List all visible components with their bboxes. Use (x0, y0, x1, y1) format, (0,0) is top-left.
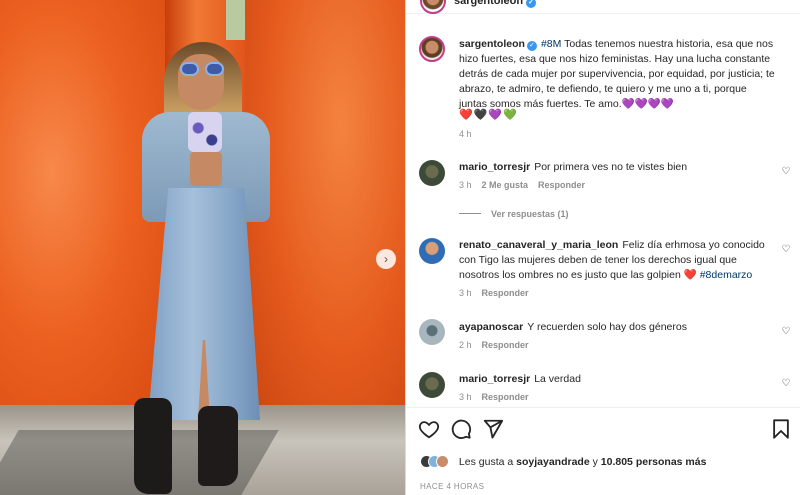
likes-text: Les gusta a soyjayandrade y 10.805 perso… (459, 456, 707, 468)
post-header: sargentoleon ✓ (406, 0, 800, 14)
caption-hashtag[interactable]: #8M (541, 38, 561, 50)
boot-right (198, 406, 238, 486)
comment-body: Y recuerden solo hay dos géneros (527, 321, 687, 333)
post-photo: › (0, 0, 405, 495)
comment-meta: 3 h Responder (459, 392, 529, 402)
author-avatar[interactable] (420, 0, 446, 14)
heart-icon[interactable] (418, 418, 440, 440)
comment-hashtag[interactable]: #8demarzo (700, 269, 753, 281)
comment-username[interactable]: ayapanoscar (459, 321, 523, 333)
caption-username[interactable]: sargentoleon (459, 38, 525, 50)
comment-body: Por primera ves no te vistes bien (534, 161, 688, 173)
comment-likes[interactable]: 2 Me gusta (482, 180, 529, 190)
post-timestamp: Hace 4 horas (420, 482, 485, 491)
heart-icon[interactable]: ♡ (781, 167, 791, 177)
heart-icon[interactable]: ♡ (781, 245, 791, 255)
comment-age: 3 h (459, 180, 472, 190)
comment-text: mario_torresjr Por primera ves no te vist… (459, 160, 777, 175)
boot-left (134, 398, 172, 494)
likes-summary: Les gusta a soyjayandrade y 10.805 perso… (420, 455, 706, 471)
comment-username[interactable]: mario_torresjr (459, 373, 530, 385)
comment-username[interactable]: renato_canaveral_y_maria_leon (459, 239, 618, 251)
caption-avatar[interactable] (419, 36, 445, 62)
comment-avatar[interactable] (419, 372, 445, 398)
caption: sargentoleon ✓ #8M Todas tenemos nuestra h… (459, 37, 777, 112)
comment-age: 2 h (459, 340, 472, 350)
comment-meta: 3 h 2 Me gusta Responder (459, 180, 585, 190)
likes-prefix: Les gusta a (458, 455, 514, 468)
bookmark-icon[interactable] (770, 418, 792, 440)
comment-body: La verdad (534, 373, 581, 385)
scarf (188, 112, 222, 152)
comment-meta: 2 h Responder (459, 340, 529, 350)
heart-icon[interactable]: ♡ (781, 327, 791, 337)
reply-button[interactable]: Responder (482, 288, 529, 298)
comment-text: ayapanoscar Y recuerden solo hay dos géne… (459, 320, 777, 335)
heart-icon[interactable]: ♡ (781, 379, 791, 389)
sunglasses (180, 62, 224, 76)
reply-button[interactable]: Responder (482, 392, 529, 402)
likes-user[interactable]: soyjayandrade (516, 456, 590, 468)
comment-avatar[interactable] (419, 319, 445, 345)
comment-avatar[interactable] (419, 238, 445, 264)
comment-icon[interactable] (450, 418, 472, 440)
author-username[interactable]: sargentoleon ✓ (454, 0, 537, 8)
reply-button[interactable]: Responder (482, 340, 529, 350)
verified-icon: ✓ (526, 0, 537, 8)
share-icon[interactable] (482, 418, 504, 440)
verified-icon: ✓ (526, 41, 537, 51)
comment-username[interactable]: mario_torresjr (459, 161, 530, 173)
comment-text: renato_canaveral_y_maria_leon Feliz día e… (459, 238, 777, 283)
reply-button[interactable]: Responder (538, 180, 585, 190)
comment-meta: 3 h Responder (459, 288, 529, 298)
comment-age: 3 h (459, 392, 472, 402)
liker-avatar (436, 455, 449, 468)
view-replies-button[interactable]: Ver respuestas (1) (459, 209, 569, 219)
comment-age: 3 h (459, 288, 472, 298)
midriff (190, 152, 222, 186)
post-actions: Les gusta a soyjayandrade y 10.805 perso… (406, 407, 800, 495)
caption-hearts: ❤️🖤💜💚 (459, 109, 518, 121)
caption-age: 4 h (459, 129, 472, 139)
author-username-text[interactable]: sargentoleon (454, 0, 523, 7)
comment-avatar[interactable] (419, 160, 445, 186)
comments-list: sargentoleon ✓ #8M Todas tenemos nuestra h… (406, 22, 800, 407)
person-figure (120, 20, 280, 495)
comment-text: mario_torresjr La verdad (459, 372, 777, 387)
post-panel: sargentoleon ✓ sargentoleon ✓ #8M Todas ten… (405, 0, 800, 495)
likes-count[interactable]: 10.805 personas más (601, 456, 707, 468)
likes-joiner: y (592, 455, 598, 468)
next-arrow-icon[interactable]: › (376, 249, 396, 269)
